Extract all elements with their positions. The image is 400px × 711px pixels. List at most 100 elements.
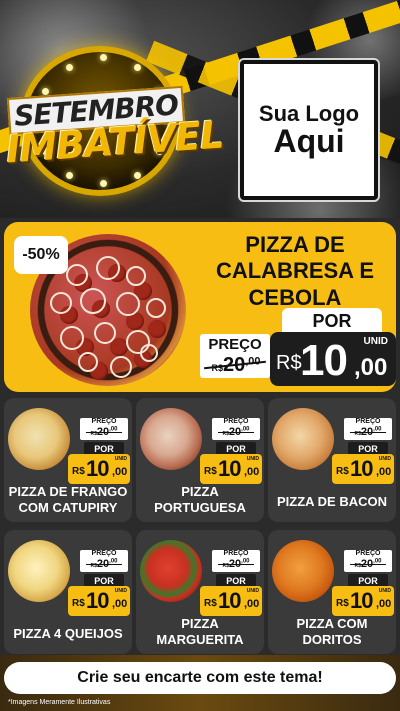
pizza-image: [272, 540, 334, 602]
price-currency: R$: [276, 352, 302, 374]
price-decimals: ,00: [244, 598, 260, 610]
logo-placeholder: Sua Logo Aqui: [240, 60, 378, 200]
strikethrough-line: [86, 564, 122, 565]
product-name: PIZZA DE BACON: [268, 494, 396, 510]
old-price-label: PREÇO: [223, 550, 249, 557]
pizza-image: [8, 540, 70, 602]
price-decimals: ,00: [112, 598, 128, 610]
new-price: R$ 10 ,00 UNID: [68, 586, 130, 616]
price-unit: UNID: [378, 588, 391, 594]
price-integer: 10: [350, 588, 374, 613]
product-name-line: PIZZA: [181, 484, 219, 499]
onion-decoration: [94, 322, 116, 344]
pizza-image: [8, 408, 70, 470]
old-price-tag: PREÇO R$20,00: [200, 334, 270, 378]
product-name-line: COM CATUPIRY: [18, 499, 118, 515]
price-decimals: ,00: [354, 354, 388, 381]
new-price: R$ 10 ,00 UNID: [200, 454, 262, 484]
old-price-tag: PREÇO R$20,00: [212, 418, 260, 440]
strikethrough-line: [350, 564, 386, 565]
price-unit: UNID: [363, 336, 388, 347]
price-currency: R$: [336, 466, 349, 477]
price-integer: 10: [218, 456, 242, 481]
price-currency: R$: [204, 598, 217, 609]
pizza-image: [140, 540, 202, 602]
onion-decoration: [140, 344, 158, 362]
featured-offer: -50% PIZZA DE CALABRESA E CEBOLA PREÇO R…: [4, 222, 396, 392]
price-currency: R$: [204, 466, 217, 477]
price-decimals: ,00: [244, 466, 260, 478]
product-card: PREÇO R$20,00 POR R$ 10 ,00 UNID PIZZA M…: [136, 530, 264, 654]
old-price-label: PREÇO: [355, 418, 381, 425]
old-price-label: PREÇO: [91, 550, 117, 557]
strikethrough-line: [218, 432, 254, 433]
onion-decoration: [116, 292, 140, 316]
new-price: R$ 10 ,00 UNID: [200, 586, 262, 616]
featured-product-name: PIZZA DE CALABRESA E CEBOLA: [200, 232, 390, 311]
old-price-tag: PREÇO R$20,00: [344, 550, 392, 572]
product-name: PIZZA COM DORITOS: [268, 616, 396, 647]
new-price: R$ 10 ,00 UNID: [332, 586, 394, 616]
price-unit: UNID: [246, 588, 259, 594]
onion-decoration: [66, 264, 88, 286]
old-price-label: PREÇO: [208, 336, 262, 353]
old-price-tag: PREÇO R$20,00: [80, 418, 128, 440]
discount-badge: -50%: [14, 236, 68, 274]
strikethrough-line: [218, 564, 254, 565]
price-decimals: ,00: [376, 466, 392, 478]
product-name-line: DORITOS: [302, 631, 362, 647]
pizza-image: [272, 408, 334, 470]
pizza-image: [140, 408, 202, 470]
old-price-tag: PREÇO R$20,00: [344, 418, 392, 440]
product-card: PREÇO R$20,00 POR R$ 10 ,00 UNID PIZZA D…: [268, 398, 396, 522]
featured-name-line: CALABRESA E: [215, 258, 375, 284]
old-price-label: PREÇO: [223, 418, 249, 425]
price-unit: UNID: [114, 588, 127, 594]
price-integer: 10: [86, 456, 110, 481]
product-card: PREÇO R$20,00 POR R$ 10 ,00 UNID PIZZA P…: [136, 398, 264, 522]
product-name-line: MARGUERITA: [156, 631, 244, 647]
product-name: PIZZA MARGUERITA: [136, 616, 264, 647]
strikethrough-line: [350, 432, 386, 433]
price-integer: 10: [350, 456, 374, 481]
onion-decoration: [50, 292, 72, 314]
product-name-line: PIZZA 4 QUEIJOS: [13, 626, 123, 641]
product-name: PIZZA PORTUGUESA: [136, 484, 264, 515]
product-card: PREÇO R$20,00 POR R$ 10 ,00 UNID PIZZA C…: [268, 530, 396, 654]
onion-decoration: [60, 326, 84, 350]
product-card: PREÇO R$20,00 POR R$ 10 ,00 UNID PIZZA 4…: [4, 530, 132, 654]
price-unit: UNID: [114, 456, 127, 462]
price-unit: UNID: [246, 456, 259, 462]
price-integer: 10: [218, 588, 242, 613]
featured-name-line: PIZZA DE: [245, 232, 345, 257]
onion-decoration: [80, 288, 106, 314]
price-unit: UNID: [378, 456, 391, 462]
onion-decoration: [78, 352, 98, 372]
price-decimals: ,00: [376, 598, 392, 610]
old-price-label: PREÇO: [91, 418, 117, 425]
pepperoni-decoration: [148, 320, 166, 338]
product-name: PIZZA 4 QUEIJOS: [4, 626, 132, 642]
new-price: R$ 10 ,00 UNID: [68, 454, 130, 484]
price-integer: 10: [86, 588, 110, 613]
disclaimer-text: *Imagens Meramente Ilustrativas: [8, 699, 111, 706]
price-currency: R$: [72, 466, 85, 477]
product-name-line: PIZZA DE BACON: [276, 494, 388, 509]
new-price: R$ 10 ,00 UNID: [270, 332, 396, 386]
product-name-line: PIZZA COM: [296, 616, 368, 631]
product-name-line: PIZZA DE FRANGO: [8, 484, 128, 499]
logo-text-line2: Aqui: [273, 122, 345, 159]
strikethrough-line: [86, 432, 122, 433]
onion-decoration: [126, 266, 146, 286]
old-price-tag: PREÇO R$20,00: [212, 550, 260, 572]
onion-decoration: [96, 256, 120, 280]
cta-banner[interactable]: Crie seu encarte com este tema!: [4, 662, 396, 694]
price-integer: 10: [300, 336, 348, 385]
product-name-line: PORTUGUESA: [154, 499, 246, 515]
old-price-label: PREÇO: [355, 550, 381, 557]
price-decimals: ,00: [112, 466, 128, 478]
onion-decoration: [146, 298, 166, 318]
product-card: PREÇO R$20,00 POR R$ 10 ,00 UNID PIZZA D…: [4, 398, 132, 522]
new-price: R$ 10 ,00 UNID: [332, 454, 394, 484]
logo-text-line1: Sua Logo: [258, 100, 360, 126]
